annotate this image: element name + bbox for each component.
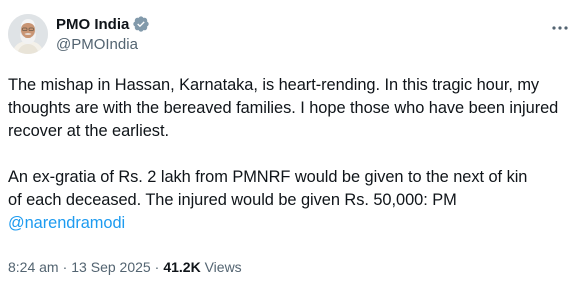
tweet-card: PMO India @PMOIndia The mishap in Hassan… xyxy=(0,0,584,284)
tweet-body: The mishap in Hassan, Karnataka, is hear… xyxy=(8,74,576,235)
more-options-icon[interactable] xyxy=(550,18,570,38)
views-label: Views xyxy=(204,259,242,275)
views-count[interactable]: 41.2K xyxy=(163,259,200,275)
tweet-metadata: 8:24 am · 13 Sep 2025 · 41.2K Views xyxy=(8,258,242,276)
tweet-date[interactable]: 13 Sep 2025 xyxy=(71,259,150,275)
mention-link-row: @narendramodi xyxy=(8,212,576,235)
meta-separator: · xyxy=(154,259,160,275)
tweet-paragraph-2-line-2: of each deceased. The injured would be g… xyxy=(8,191,457,209)
mention-link[interactable]: @narendramodi xyxy=(8,214,125,232)
tweet-paragraph-1: The mishap in Hassan, Karnataka, is hear… xyxy=(8,76,559,140)
verified-badge-icon xyxy=(132,15,150,33)
avatar[interactable] xyxy=(8,14,48,54)
name-row: PMO India xyxy=(56,14,150,34)
author-display-name[interactable]: PMO India xyxy=(56,16,129,33)
meta-separator: · xyxy=(62,259,68,275)
author-handle[interactable]: @PMOIndia xyxy=(56,35,150,55)
tweet-paragraph-2-line-1: An ex-gratia of Rs. 2 lakh from PMNRF wo… xyxy=(8,168,528,186)
tweet-time[interactable]: 8:24 am xyxy=(8,259,59,275)
avatar-portrait-icon xyxy=(8,14,48,54)
tweet-header: PMO India @PMOIndia xyxy=(56,14,150,55)
